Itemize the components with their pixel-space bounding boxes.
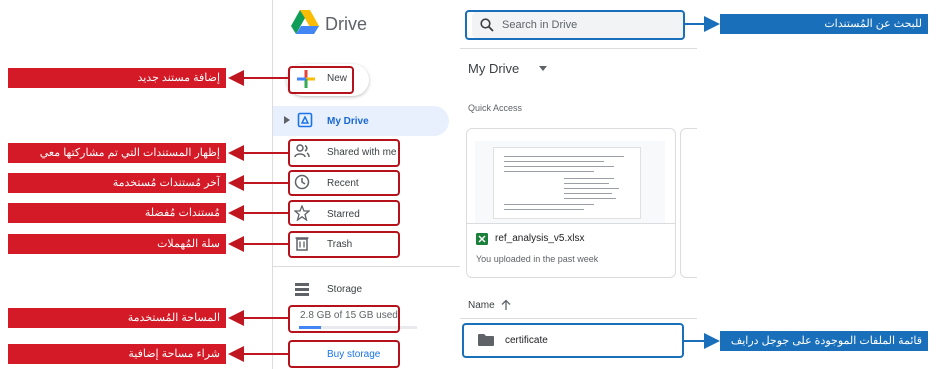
- storage-label: Storage: [327, 284, 363, 295]
- excel-icon: [476, 233, 488, 245]
- quick-access-heading: Quick Access: [468, 103, 523, 113]
- file-card-partial[interactable]: [680, 128, 697, 278]
- spreadsheet-preview: [493, 147, 641, 219]
- page-title[interactable]: My Drive: [468, 61, 519, 76]
- highlight-search: [465, 10, 685, 40]
- highlight-shared: [288, 139, 400, 167]
- sidebar-item-label: My Drive: [327, 116, 369, 127]
- callout-recent: آخر مُستندات مُستخدمة: [8, 173, 226, 193]
- sort-name-label[interactable]: Name: [468, 300, 495, 311]
- header-divider: [460, 48, 697, 49]
- arrow-up-icon[interactable]: [501, 299, 511, 311]
- highlight-storage: [288, 305, 400, 333]
- highlight-new: [288, 66, 354, 94]
- callout-search: للبحث عن المُستندات: [720, 14, 928, 34]
- my-drive-icon: [297, 112, 313, 128]
- app-name: Drive: [325, 14, 368, 34]
- file-card[interactable]: ref_analysis_v5.xlsx You uploaded in the…: [466, 128, 676, 278]
- file-thumbnail: [475, 141, 665, 223]
- callout-buy: شراء مساحة إضافية: [8, 344, 226, 364]
- chevron-down-icon[interactable]: [539, 66, 547, 72]
- highlight-files: [462, 323, 684, 358]
- highlight-trash: [288, 231, 400, 258]
- callout-shared: إظهار المستندات التي تم مشاركتها معي: [8, 143, 226, 163]
- storage-icon: [295, 283, 309, 296]
- drive-logo-icon: [291, 10, 319, 34]
- caret-right-icon[interactable]: [283, 115, 291, 125]
- highlight-recent: [288, 170, 400, 196]
- callout-files: قائمة الملفات الموجودة على جوجل درايف: [720, 331, 928, 351]
- list-divider: [460, 318, 697, 319]
- highlight-starred: [288, 200, 400, 226]
- callout-trash: سلة المُهملات: [8, 234, 226, 254]
- main-area: Search in Drive My Drive Quick Access re…: [460, 0, 697, 369]
- file-name: ref_analysis_v5.xlsx: [495, 233, 585, 244]
- highlight-buy: [288, 340, 400, 368]
- divider: [273, 266, 460, 267]
- callout-storage: المساحة المُستخدمة: [8, 308, 226, 328]
- callout-new: إضافة مستند جديد: [8, 68, 226, 88]
- file-subtitle: You uploaded in the past week: [476, 254, 599, 264]
- callout-starred: مُستندات مُفضلة: [8, 203, 226, 223]
